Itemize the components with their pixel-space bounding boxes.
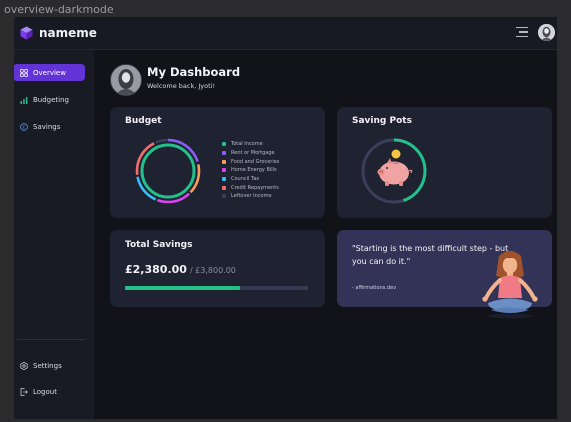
- sidebar-item-savings[interactable]: £ Savings: [14, 118, 85, 135]
- brand-name: nameme: [39, 26, 97, 40]
- total-savings-title: Total Savings: [125, 240, 193, 250]
- logout-icon: [20, 387, 28, 396]
- saving-pots-progress-ring: [361, 138, 427, 204]
- sidebar-item-label: Savings: [33, 122, 61, 131]
- legend-item: Rent or Mortgage: [222, 149, 279, 158]
- main-content: My Dashboard Welcome back, Jyoti! Budget…: [95, 50, 557, 419]
- savings-progress-bar: [125, 286, 308, 290]
- grid-icon: [20, 68, 28, 77]
- pound-coin-icon: £: [20, 122, 28, 131]
- bar-chart-icon: [20, 96, 28, 104]
- window-title: overview-darkmode: [4, 3, 114, 16]
- page-title: My Dashboard: [147, 65, 241, 79]
- top-bar: nameme: [14, 17, 557, 50]
- meditating-woman-illustration: [482, 251, 538, 319]
- sidebar-divider: [17, 339, 85, 340]
- sidebar-item-overview[interactable]: Overview: [14, 64, 85, 81]
- legend-item: Home Energy Bills: [222, 166, 279, 175]
- gear-icon: [20, 361, 28, 370]
- legend-item: Council Tax: [222, 175, 279, 184]
- savings-progress-fill: [125, 286, 240, 290]
- piggy-bank-icon: [377, 149, 413, 186]
- cube-logo-icon: [20, 26, 33, 40]
- sidebar-item-label: Logout: [33, 387, 57, 396]
- menu-icon[interactable]: [516, 27, 528, 38]
- budget-card[interactable]: Budget Total Income Rent or Mortgage Foo…: [110, 107, 325, 218]
- app-window: nameme Overview Budgeting £ Savings Sett…: [14, 17, 557, 419]
- legend-item: Credit Repayments: [222, 183, 279, 192]
- avatar-silhouette-icon: [538, 24, 555, 41]
- sidebar-item-budgeting[interactable]: Budgeting: [14, 91, 85, 108]
- budget-title: Budget: [125, 116, 162, 126]
- budget-legend: Total Income Rent or Mortgage Food and G…: [222, 140, 279, 201]
- quote-source: - affirmations.dev: [352, 285, 397, 291]
- savings-target: / £3,800.00: [189, 266, 236, 275]
- saving-pots-title: Saving Pots: [352, 116, 412, 126]
- welcome-message: Welcome back, Jyoti!: [147, 82, 216, 90]
- sidebar-item-label: Settings: [33, 361, 62, 370]
- sidebar: Overview Budgeting £ Savings Settings Lo…: [14, 50, 94, 419]
- user-avatar[interactable]: [538, 24, 555, 41]
- legend-item: Total Income: [222, 140, 279, 149]
- logo[interactable]: nameme: [20, 26, 97, 40]
- sidebar-item-logout[interactable]: Logout: [14, 383, 85, 400]
- savings-amount: £2,380.00/ £3,800.00: [125, 263, 236, 276]
- legend-item: Food and Groceries: [222, 157, 279, 166]
- total-savings-card[interactable]: Total Savings £2,380.00/ £3,800.00: [110, 230, 325, 307]
- profile-photo-icon: [111, 65, 141, 95]
- sidebar-item-label: Budgeting: [33, 95, 70, 104]
- saving-pots-card[interactable]: Saving Pots: [337, 107, 552, 218]
- profile-avatar[interactable]: [110, 64, 142, 96]
- budget-donut-chart: [135, 138, 201, 204]
- sidebar-item-label: Overview: [33, 68, 66, 77]
- svg-text:£: £: [23, 124, 26, 130]
- sidebar-item-settings[interactable]: Settings: [14, 357, 85, 374]
- legend-item: Leftover Income: [222, 192, 279, 201]
